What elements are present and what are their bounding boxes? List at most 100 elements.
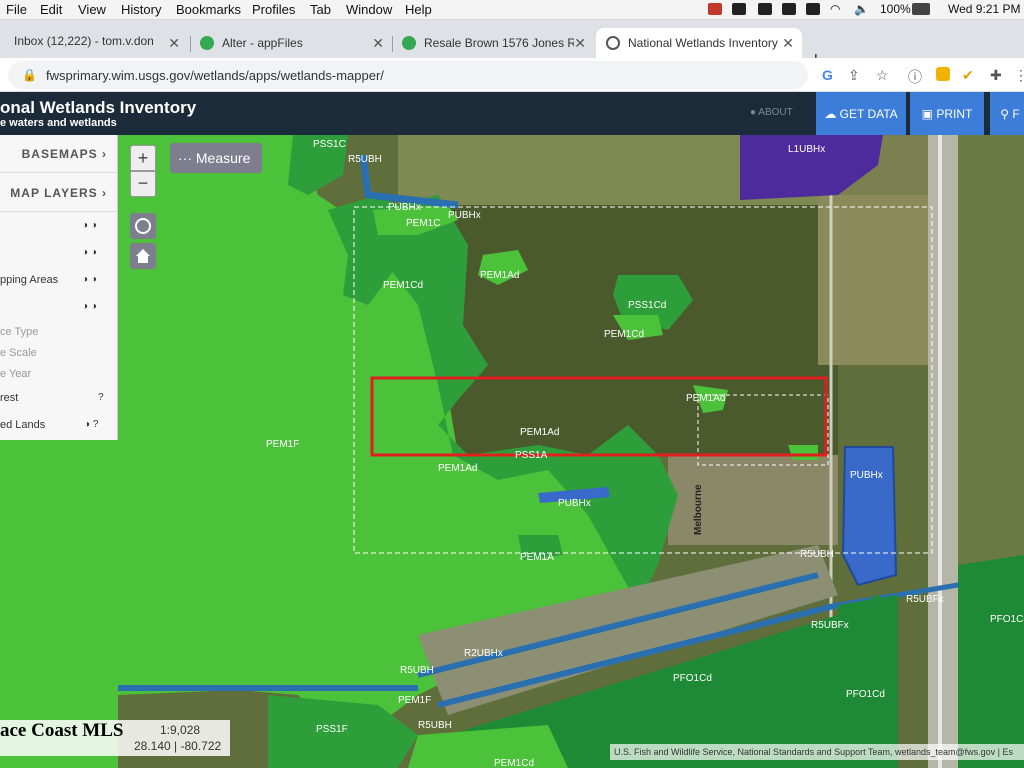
tab-alter[interactable]: Alter - appFiles ✕ [192,28,392,58]
menu-help[interactable]: Help [405,2,432,17]
layer-row[interactable]: rest ? [0,390,118,408]
layer-row[interactable]: e Year [0,366,118,384]
cloud-download-icon: ☁ [824,106,840,121]
map-label: R5UBH [348,154,382,165]
menu-icon[interactable]: ⋮ [1014,67,1024,84]
map-label: PFO1Cd [673,673,712,684]
layer-row[interactable]: ◑ ◑ [0,299,118,317]
map-label: PUBHx [558,498,591,509]
extension-icon[interactable]: ✔ [962,67,974,84]
sidebar: BASEMAPS › MAP LAYERS › ◑ ◑ ◑ ◑ pping Ar… [0,135,118,440]
opacity-icon[interactable]: ◑ ? [84,419,98,430]
developed-area [818,195,928,365]
tab-label: National Wetlands Inventory [628,36,778,50]
layer-row[interactable]: e Scale [0,345,118,363]
map-label: R5UBH [418,720,452,731]
clock[interactable]: Wed 9:21 PM [948,2,1020,16]
battery-icon[interactable] [912,3,930,15]
map-label: R2UBHx [464,648,503,659]
map-label: L1UBHx [788,144,825,155]
tray-icon[interactable] [782,3,796,15]
address-bar[interactable]: 🔒 fwsprimary.wim.usgs.gov/wetlands/apps/… [8,61,808,89]
basemaps-toggle[interactable]: BASEMAPS › [22,147,107,161]
map-label: R5UBFx [906,594,944,605]
map-label: R5UBH [800,549,834,560]
find-button[interactable]: ⚲ F [990,92,1024,135]
tray-icon[interactable] [758,3,772,15]
star-icon[interactable]: ☆ [876,67,889,84]
map-label: PEM1C [406,218,440,229]
tab-wetlands[interactable]: National Wetlands Inventory ✕ [596,28,802,58]
tab-label: Inbox (12,222) - tom.v.donnelly [14,34,154,48]
share-icon[interactable]: ⇪ [848,67,860,84]
map-label: PEM1Ad [686,393,725,404]
lock-icon[interactable]: 🔒 [22,68,37,82]
layer-row[interactable]: ◑ ◑ [0,218,118,236]
help-icon[interactable]: ? [98,392,104,403]
map-strip[interactable] [0,440,118,768]
bluetooth-icon[interactable] [806,3,820,15]
road-label: Melbourne [693,484,704,535]
wifi-icon[interactable]: ◠ [830,2,840,16]
map-label: PEM1Cd [494,758,534,768]
get-data-button[interactable]: ☁ GET DATA [816,92,906,135]
opacity-icon[interactable]: ◑ ◑ [82,301,97,312]
measure-button[interactable]: ··· Measure [170,143,262,173]
google-icon[interactable]: G [822,67,833,83]
chevron-right-icon: › [102,186,107,200]
opacity-icon[interactable]: ◑ ◑ [82,220,97,231]
dots-icon: ··· [178,150,196,166]
print-icon: ▣ [921,106,937,121]
menu-tab[interactable]: Tab [310,2,331,17]
layer-row[interactable]: ◑ ◑ [0,245,118,263]
info-icon[interactable]: ⓘ [908,67,922,87]
menu-edit[interactable]: Edit [40,2,62,17]
wetland-pem1ad[interactable] [788,445,818,460]
map-label: R5UBFx [811,620,849,631]
locate-button[interactable] [130,213,156,239]
zoom-in-button[interactable]: + [130,145,156,171]
layer-row[interactable]: ed Lands ◑ ? [0,417,118,435]
volume-icon[interactable]: 🔈 [854,2,869,16]
display-icon[interactable] [732,3,746,15]
layer-row[interactable]: ce Type [0,324,118,342]
zoom-out-button[interactable]: − [130,171,156,197]
map-label: PEM1Ad [438,463,477,474]
tab-resale[interactable]: Resale Brown 1576 Jones Rd 4 ✕ [394,28,594,58]
chevron-right-icon: › [102,147,107,161]
menu-window[interactable]: Window [346,2,392,17]
map-layers-toggle[interactable]: MAP LAYERS › [10,186,107,200]
tab-label: Resale Brown 1576 Jones Rd 4 [424,36,574,50]
tab-inbox[interactable]: Inbox (12,222) - tom.v.donnelly ✕ [0,28,190,58]
wetlands-map[interactable]: PSS1C R5UBH PUBHx PUBHx PEM1C PEM1Cd PEM… [118,135,1024,768]
puzzle-icon[interactable]: ✚ [990,67,1002,84]
layer-row[interactable]: pping Areas ◑ ◑ [0,272,118,290]
close-icon[interactable]: ✕ [168,35,180,52]
menu-view[interactable]: View [78,2,106,17]
menu-profiles[interactable]: Profiles [252,2,295,17]
map-label: PFO1Cd [846,689,885,700]
app-header: onal Wetlands Inventory e waters and wet… [0,92,1024,135]
pond-pubhx[interactable] [841,446,898,587]
opacity-icon[interactable]: ◑ ◑ [82,247,97,258]
menu-file[interactable]: File [6,2,27,17]
extension-icon[interactable] [936,67,950,81]
close-icon[interactable]: ✕ [574,35,586,52]
browser-toolbar: 🔒 fwsprimary.wim.usgs.gov/wetlands/apps/… [0,58,1024,92]
globe-icon [606,36,620,50]
close-icon[interactable]: ✕ [372,35,384,52]
url-text[interactable]: fwsprimary.wim.usgs.gov/wetlands/apps/we… [46,68,384,83]
wetland-pfo1cd[interactable] [958,555,1024,768]
home-icon [136,249,150,263]
close-icon[interactable]: ✕ [782,35,794,52]
map-canvas[interactable]: PSS1C R5UBH PUBHx PUBHx PEM1C PEM1Cd PEM… [118,135,1024,768]
menu-bookmarks[interactable]: Bookmarks [176,2,241,17]
menu-history[interactable]: History [121,2,161,17]
print-button[interactable]: ▣ PRINT [910,92,984,135]
home-button[interactable] [130,243,156,269]
opacity-icon[interactable]: ◑ ◑ [82,274,97,285]
app-tray-icon[interactable] [708,3,722,15]
about-link[interactable]: ● ABOUT [750,107,793,118]
map-label: PEM1F [398,695,431,706]
map-label: PUBHx [448,210,481,221]
